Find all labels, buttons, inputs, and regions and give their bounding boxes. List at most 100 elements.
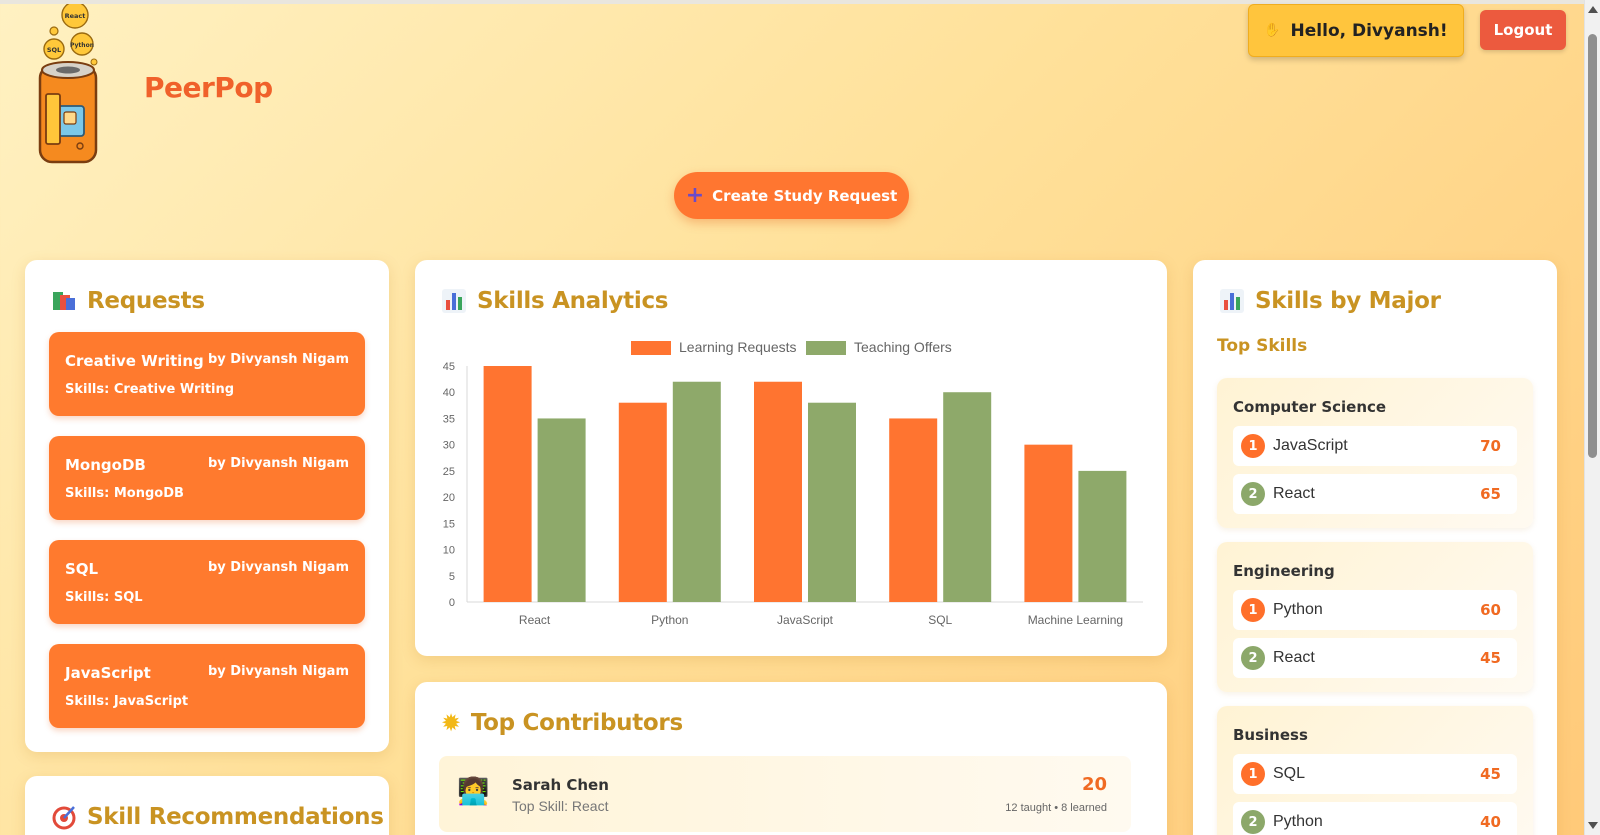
- logout-button[interactable]: Logout: [1480, 10, 1566, 50]
- y-tick-label: 30: [443, 440, 455, 452]
- major-skill-row[interactable]: 1 JavaScript 70: [1233, 426, 1517, 466]
- create-study-request-button[interactable]: + Create Study Request: [674, 172, 909, 219]
- greeting-text: Hello, Divyansh!: [1290, 20, 1448, 41]
- svg-text:Python: Python: [70, 42, 94, 49]
- contributor-avatar: 👩‍💻: [457, 776, 490, 806]
- rank-badge: 1: [1241, 434, 1265, 458]
- request-author: by Divyansh Nigam: [207, 456, 349, 471]
- legend-swatch: [806, 341, 846, 355]
- request-skills: Skills: MongoDB: [65, 486, 184, 501]
- skill-count: 40: [1480, 813, 1501, 831]
- bar-teaching: [537, 418, 586, 602]
- request-title: Creative Writing: [65, 352, 204, 370]
- x-tick-label: JavaScript: [777, 613, 834, 627]
- request-skills: Skills: SQL: [65, 590, 143, 605]
- skill-name: SQL: [1273, 765, 1306, 782]
- y-tick-label: 5: [449, 571, 455, 583]
- skill-name: Python: [1273, 813, 1323, 830]
- user-greeting: ✋ Hello, Divyansh!: [1248, 4, 1464, 57]
- major-skill-row[interactable]: 1 Python 60: [1233, 590, 1517, 630]
- major-skill-row[interactable]: 2 Python 40: [1233, 802, 1517, 835]
- major-group-computer-science: Computer Science 1 JavaScript 70 2 React…: [1217, 378, 1533, 528]
- rank-badge: 1: [1241, 762, 1265, 786]
- page-scrollbar[interactable]: [1584, 0, 1600, 835]
- rank-badge: 2: [1241, 810, 1265, 834]
- request-item[interactable]: SQL by Divyansh Nigam Skills: SQL: [49, 540, 365, 624]
- request-item[interactable]: MongoDB by Divyansh Nigam Skills: MongoD…: [49, 436, 365, 520]
- wave-icon: ✋: [1264, 23, 1281, 38]
- legend-label: Teaching Offers: [854, 339, 952, 355]
- request-author: by Divyansh Nigam: [207, 352, 349, 367]
- y-tick-label: 45: [443, 361, 455, 373]
- skills-by-major-title: Skills by Major: [1219, 288, 1441, 314]
- request-title: SQL: [65, 560, 99, 578]
- scroll-up-arrow-icon[interactable]: [1588, 6, 1598, 13]
- rank-badge: 2: [1241, 646, 1265, 670]
- contributor-score: 20: [1081, 774, 1107, 795]
- legend-label: Learning Requests: [679, 339, 797, 355]
- skill-name: JavaScript: [1273, 437, 1348, 454]
- major-name: Business: [1233, 726, 1308, 744]
- skills-analytics-card: Skills Analytics 0 5 10 15 20 25 30 35 40 45 React…: [415, 260, 1167, 656]
- skill-name: React: [1273, 649, 1315, 666]
- request-title: MongoDB: [65, 456, 146, 474]
- skill-count: 45: [1480, 649, 1501, 667]
- requests-card: Requests Creative Writing by Divyansh Ni…: [25, 260, 389, 752]
- bar-learning: [1024, 444, 1073, 602]
- x-tick-label: React: [519, 613, 551, 627]
- bar-learning: [483, 366, 532, 602]
- x-tick-label: SQL: [928, 613, 952, 627]
- create-request-label: Create Study Request: [712, 186, 898, 205]
- major-group-business: Business 1 SQL 45 2 Python 40: [1217, 706, 1533, 835]
- plus-icon: +: [685, 182, 705, 208]
- skill-count: 45: [1480, 765, 1501, 783]
- rank-badge: 2: [1241, 482, 1265, 506]
- y-tick-label: 20: [443, 492, 455, 504]
- contributor-top-skill: Top Skill: React: [512, 798, 609, 814]
- skill-count: 70: [1480, 437, 1501, 455]
- y-tick-label: 0: [449, 597, 455, 609]
- bar-teaching: [1078, 470, 1127, 602]
- top-contributors-card: ✹ Top Contributors 👩‍💻 Sarah Chen Top Sk…: [415, 682, 1167, 835]
- major-skill-row[interactable]: 2 React 45: [1233, 638, 1517, 678]
- request-item[interactable]: JavaScript by Divyansh Nigam Skills: Jav…: [49, 644, 365, 728]
- svg-text:SQL: SQL: [47, 46, 61, 54]
- request-item[interactable]: Creative Writing by Divyansh Nigam Skill…: [49, 332, 365, 416]
- bar-teaching: [943, 392, 992, 602]
- y-tick-label: 40: [443, 387, 455, 399]
- bar-teaching: [808, 402, 856, 602]
- major-skill-row[interactable]: 1 SQL 45: [1233, 754, 1517, 794]
- scroll-down-arrow-icon[interactable]: [1588, 822, 1598, 829]
- bar-learning: [754, 381, 802, 602]
- sun-icon: ✹: [441, 709, 461, 737]
- request-title: JavaScript: [65, 664, 151, 682]
- books-icon: [53, 292, 75, 310]
- x-tick-label: Python: [651, 613, 688, 627]
- svg-text:React: React: [65, 12, 86, 20]
- skill-recommendations-title: Skill Recommendations: [51, 804, 384, 830]
- legend-swatch: [631, 341, 671, 355]
- major-group-engineering: Engineering 1 Python 60 2 React 45: [1217, 542, 1533, 692]
- peerpop-logo[interactable]: React SQL Python: [34, 4, 114, 166]
- x-tick-label: Machine Learning: [1028, 613, 1123, 627]
- skill-name: Python: [1273, 601, 1323, 618]
- y-tick-label: 35: [443, 413, 455, 425]
- request-skills: Skills: JavaScript: [65, 694, 189, 709]
- y-tick-label: 25: [443, 466, 455, 478]
- contributor-detail: 12 taught • 8 learned: [1005, 802, 1107, 814]
- major-name: Engineering: [1233, 562, 1335, 580]
- request-author: by Divyansh Nigam: [207, 664, 349, 679]
- skill-count: 60: [1480, 601, 1501, 619]
- major-skill-row[interactable]: 2 React 65: [1233, 474, 1517, 514]
- top-contributors-title: ✹ Top Contributors: [441, 709, 683, 737]
- skill-name: React: [1273, 485, 1315, 502]
- bar-learning: [889, 418, 938, 602]
- target-icon: [52, 806, 76, 830]
- scrollbar-thumb[interactable]: [1588, 34, 1597, 458]
- y-tick-label: 10: [443, 545, 455, 557]
- request-skills: Skills: Creative Writing: [65, 382, 235, 397]
- major-name: Computer Science: [1233, 398, 1387, 416]
- contributor-row[interactable]: 👩‍💻 Sarah Chen Top Skill: React 20 12 ta…: [439, 756, 1131, 832]
- bar-teaching: [672, 381, 721, 602]
- bar-learning: [618, 402, 667, 602]
